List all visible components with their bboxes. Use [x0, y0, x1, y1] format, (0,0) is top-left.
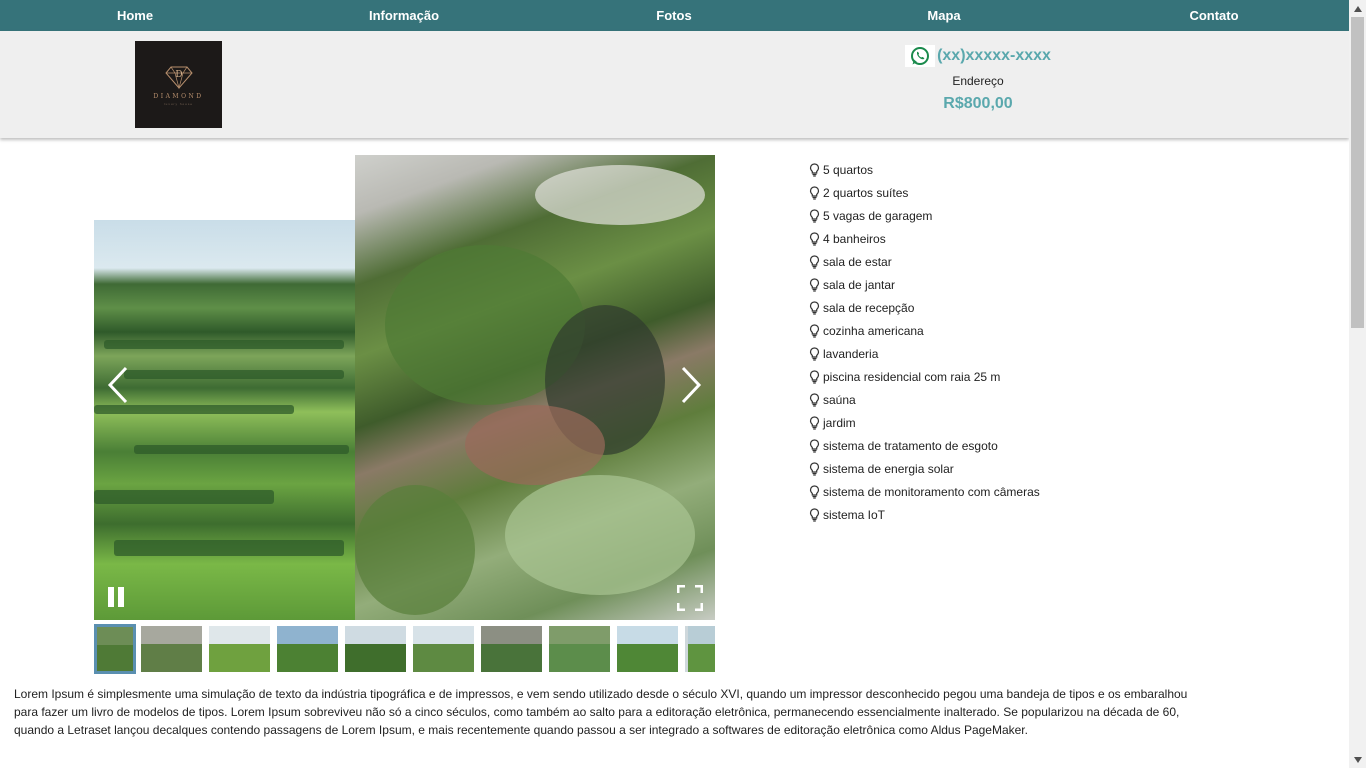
- features-list: 5 quartos 2 quartos suítes 5 vagas de gara…: [809, 158, 1040, 526]
- lightbulb-icon: [809, 484, 820, 499]
- nav-informacao[interactable]: Informação: [369, 0, 439, 31]
- address-text: Endereço: [952, 74, 1004, 88]
- feature-label: sistema de energia solar: [823, 461, 954, 476]
- fullscreen-icon: [676, 584, 704, 612]
- feature-label: lavanderia: [823, 346, 879, 361]
- lightbulb-icon: [809, 346, 820, 361]
- feature-label: piscina residencial com raia 25 m: [823, 369, 1001, 384]
- page-header: D DIAMOND luxury house (xx)xxxxx-xxxx En…: [0, 31, 1349, 138]
- feature-item: sala de estar: [809, 250, 1040, 273]
- feature-item: saúna: [809, 388, 1040, 411]
- arrow-down-icon: [1353, 756, 1362, 763]
- feature-label: sistema IoT: [823, 507, 886, 522]
- feature-item: 2 quartos suítes: [809, 181, 1040, 204]
- scrollbar-thumb[interactable]: [1351, 17, 1364, 328]
- contact-info: (xx)xxxxx-xxxx Endereço R$800,00: [900, 43, 1056, 113]
- slide-image-hedge-maze: [94, 220, 355, 620]
- chevron-right-icon: [681, 366, 702, 404]
- logo-subtitle: luxury house: [163, 101, 193, 106]
- feature-item: 4 banheiros: [809, 227, 1040, 250]
- nav-mapa[interactable]: Mapa: [927, 0, 960, 31]
- lightbulb-icon: [809, 277, 820, 292]
- feature-item: jardim: [809, 411, 1040, 434]
- feature-item: sala de recepção: [809, 296, 1040, 319]
- whatsapp-icon[interactable]: [905, 45, 936, 67]
- lightbulb-icon: [809, 461, 820, 476]
- feature-item: cozinha americana: [809, 319, 1040, 342]
- lightbulb-icon: [809, 185, 820, 200]
- lightbulb-icon: [809, 231, 820, 246]
- property-description: Lorem Ipsum é simplesmente uma simulação…: [14, 687, 1188, 737]
- lightbulb-icon: [809, 300, 820, 315]
- pause-icon: [108, 587, 114, 607]
- brand-logo[interactable]: D DIAMOND luxury house: [135, 41, 222, 128]
- lightbulb-icon: [809, 507, 820, 522]
- scrollbar[interactable]: [1349, 0, 1366, 768]
- feature-item: sala de jantar: [809, 273, 1040, 296]
- arrow-up-icon: [1353, 5, 1362, 12]
- lightbulb-icon: [809, 438, 820, 453]
- thumbnail[interactable]: [94, 624, 136, 674]
- feature-label: 2 quartos suítes: [823, 185, 909, 200]
- thumbnail[interactable]: [481, 626, 542, 672]
- lightbulb-icon: [809, 162, 820, 177]
- feature-label: 5 vagas de garagem: [823, 208, 933, 223]
- logo-text: DIAMOND: [153, 92, 204, 100]
- feature-label: sistema de monitoramento com câmeras: [823, 484, 1040, 499]
- thumbnail[interactable]: [549, 626, 610, 672]
- lightbulb-icon: [809, 254, 820, 269]
- chevron-left-icon: [107, 366, 128, 404]
- feature-label: jardim: [823, 415, 856, 430]
- svg-text:D: D: [175, 70, 182, 80]
- feature-label: cozinha americana: [823, 323, 924, 338]
- feature-item: sistema de monitoramento com câmeras: [809, 480, 1040, 503]
- thumbnail[interactable]: [617, 626, 678, 672]
- nav-fotos[interactable]: Fotos: [656, 0, 691, 31]
- feature-label: saúna: [823, 392, 856, 407]
- thumbnail[interactable]: [685, 626, 715, 672]
- feature-item: piscina residencial com raia 25 m: [809, 365, 1040, 388]
- lightbulb-icon: [809, 415, 820, 430]
- scroll-up-button[interactable]: [1349, 0, 1366, 17]
- phone-row: (xx)xxxxx-xxxx: [900, 43, 1056, 69]
- price-text: R$800,00: [943, 95, 1013, 112]
- photo-slider[interactable]: [94, 155, 715, 620]
- lightbulb-icon: [809, 392, 820, 407]
- next-slide-button[interactable]: [675, 365, 705, 405]
- prev-slide-button[interactable]: [104, 365, 134, 405]
- lightbulb-icon: [809, 323, 820, 338]
- diamond-icon: D: [164, 66, 193, 89]
- feature-label: sala de jantar: [823, 277, 896, 292]
- nav-contato[interactable]: Contato: [1189, 0, 1238, 31]
- feature-item: sistema IoT: [809, 503, 1040, 526]
- thumbnail[interactable]: [345, 626, 406, 672]
- feature-item: sistema de tratamento de esgoto: [809, 434, 1040, 457]
- top-nav: Home Informação Fotos Mapa Contato: [0, 0, 1349, 31]
- feature-label: sala de estar: [823, 254, 892, 269]
- feature-label: 5 quartos: [823, 162, 874, 177]
- lightbulb-icon: [809, 208, 820, 223]
- lightbulb-icon: [809, 369, 820, 384]
- feature-label: 4 banheiros: [823, 231, 886, 246]
- feature-label: sala de recepção: [823, 300, 915, 315]
- feature-item: 5 vagas de garagem: [809, 204, 1040, 227]
- fullscreen-button[interactable]: [676, 584, 704, 612]
- scroll-down-button[interactable]: [1349, 751, 1366, 768]
- feature-label: sistema de tratamento de esgoto: [823, 438, 998, 453]
- phone-number[interactable]: (xx)xxxxx-xxxx: [937, 47, 1051, 65]
- thumbnail[interactable]: [413, 626, 474, 672]
- thumbnail-strip: [94, 624, 715, 674]
- thumbnail[interactable]: [209, 626, 270, 672]
- feature-item: lavanderia: [809, 342, 1040, 365]
- slide-image-rock-garden: [355, 155, 715, 620]
- feature-item: 5 quartos: [809, 158, 1040, 181]
- nav-home[interactable]: Home: [117, 0, 153, 31]
- thumbnail[interactable]: [141, 626, 202, 672]
- pause-button[interactable]: [106, 587, 126, 609]
- feature-item: sistema de energia solar: [809, 457, 1040, 480]
- thumbnail[interactable]: [277, 626, 338, 672]
